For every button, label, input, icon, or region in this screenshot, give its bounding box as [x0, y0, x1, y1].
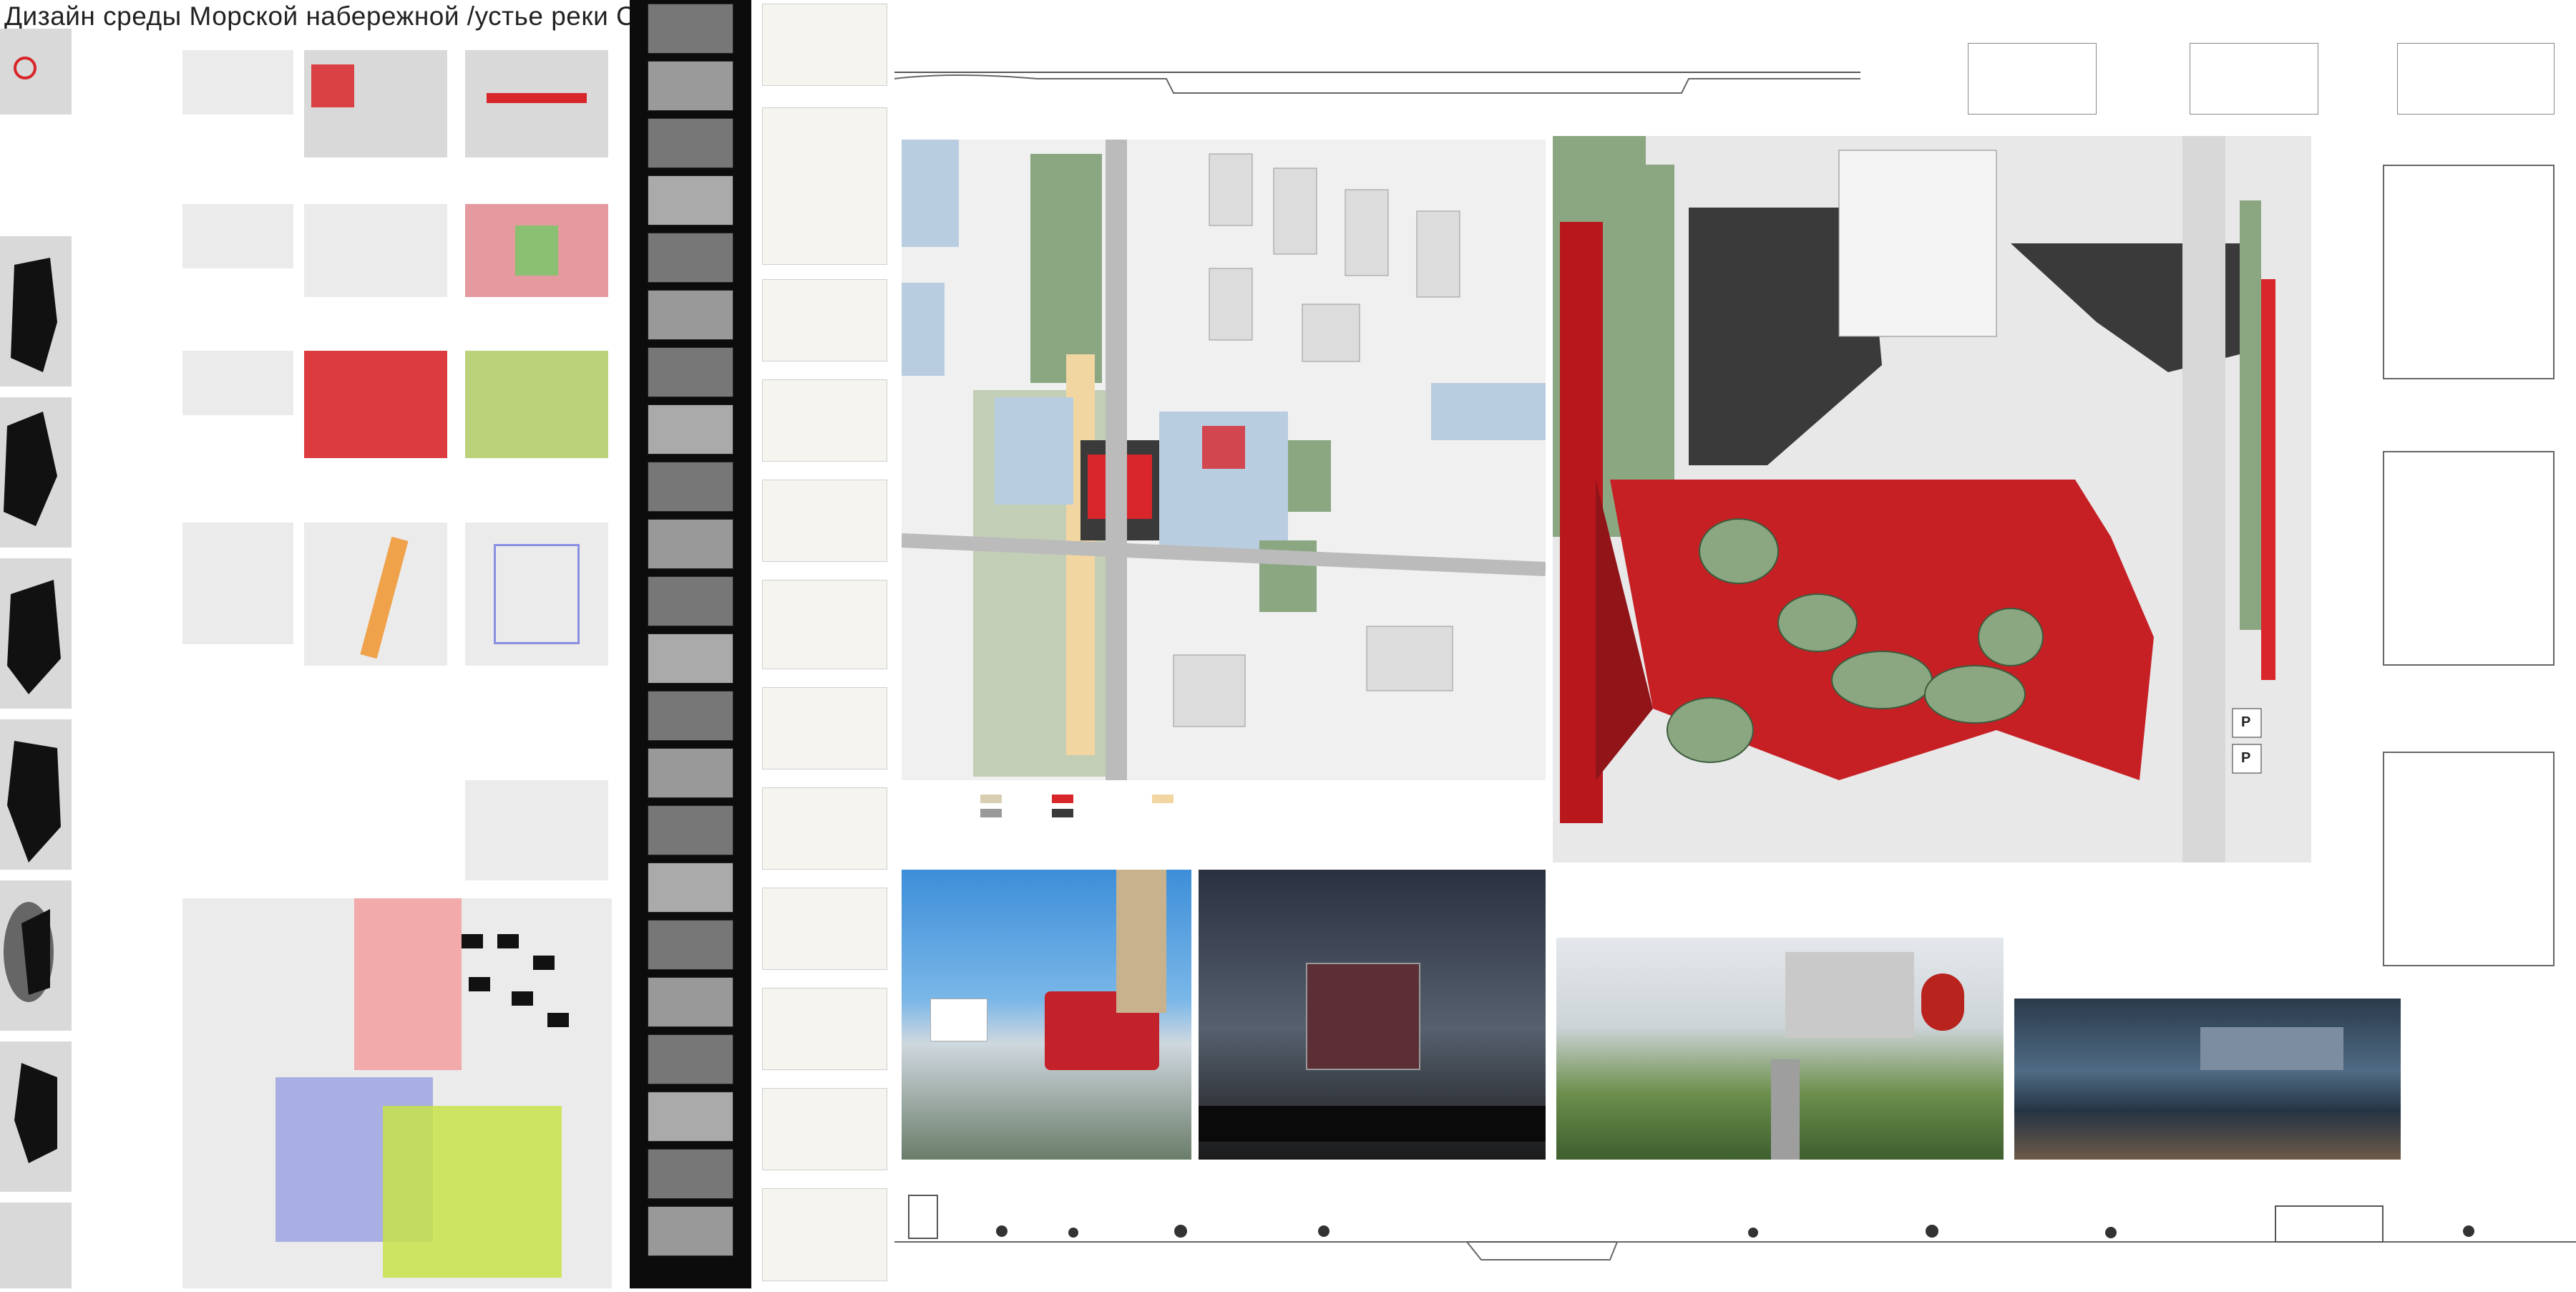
legend-swatch [1152, 795, 1174, 803]
photo-thumb [648, 347, 733, 397]
floor-plan-3 [2383, 752, 2555, 966]
render-park [1556, 938, 2004, 1160]
photo-thumb [648, 404, 733, 455]
analysis-thumb-4 [182, 523, 293, 644]
photo-thumb [648, 61, 733, 111]
photo-thumb [648, 805, 733, 855]
facade-elevations [1860, 29, 2569, 115]
sketch [762, 988, 887, 1070]
floor-plan-1 [2383, 165, 2555, 379]
analysis-map-3a [304, 351, 447, 458]
legend-swatch [1052, 795, 1073, 803]
sketch [762, 687, 887, 769]
figure-ground-map-7 [0, 1203, 72, 1288]
sketch [762, 379, 887, 462]
photo-thumb [648, 920, 733, 970]
location-map [0, 29, 72, 115]
photo-thumb [648, 462, 733, 512]
photo-thumb [648, 4, 733, 54]
parking-label-1: P [2241, 714, 2251, 730]
sketch [762, 4, 887, 86]
sketch [762, 480, 887, 562]
analysis-map-3b [465, 351, 608, 458]
elevation-1 [1968, 43, 2097, 115]
analysis-diagrams-column [175, 43, 619, 1288]
historical-maps-column [0, 29, 75, 1288]
figure-ground-map-2 [0, 397, 72, 548]
analysis-map-1a [304, 50, 447, 157]
photo-thumb [648, 633, 733, 684]
site-section-top [894, 29, 1860, 107]
sketch [762, 1088, 887, 1170]
legend-swatch [1052, 809, 1073, 817]
sketch [762, 888, 887, 970]
figure-ground-map-6 [0, 1041, 72, 1192]
photo-thumb [648, 1206, 733, 1256]
parking-label-2: P [2241, 750, 2251, 766]
photo-thumb [648, 691, 733, 741]
photo-thumb [648, 175, 733, 225]
render-waterfront-night [2014, 999, 2401, 1160]
analysis-map-2b [465, 204, 608, 297]
analysis-map-4b [465, 523, 608, 666]
render-cafe [902, 870, 1191, 1160]
render-night-pavilion [1199, 870, 1546, 1160]
analysis-map-2a [304, 204, 447, 297]
board: { "board": { "title": "Дизайн среды Морс… [0, 0, 2576, 1288]
photo-thumb [648, 1034, 733, 1084]
analysis-map-4a [304, 523, 447, 666]
photo-thumb [648, 118, 733, 168]
analysis-map-1b [465, 50, 608, 157]
analysis-thumb-1 [182, 50, 293, 115]
sketch [762, 107, 887, 265]
detailed-plan: P P [1553, 136, 2311, 863]
figure-ground-map-5 [0, 880, 72, 1031]
photo-thumb [648, 863, 733, 913]
figure-ground-map-1 [0, 236, 72, 387]
photo-thumb [648, 1149, 733, 1199]
legend-swatch [980, 809, 1002, 817]
photo-thumb [648, 1092, 733, 1142]
site-section-bottom [894, 1181, 2576, 1288]
photo-thumb [648, 290, 733, 340]
sketch [762, 580, 887, 669]
legend-swatch [980, 795, 1002, 803]
photo-thumb [648, 576, 733, 626]
analysis-thumb-3 [182, 351, 293, 415]
master-plan [901, 140, 1546, 780]
sketch [762, 279, 887, 361]
floor-plans-column [2326, 143, 2576, 1016]
sketch-column [758, 0, 891, 1288]
master-plan-legend [966, 787, 1538, 852]
photo-strip [630, 0, 751, 1288]
figure-ground-map-4 [0, 719, 72, 870]
elevation-2 [2190, 43, 2318, 115]
analysis-map-5 [465, 780, 608, 880]
figure-ground-map-3 [0, 558, 72, 709]
photo-thumb [648, 519, 733, 569]
analysis-thumb-2 [182, 204, 293, 268]
elevation-3 [2397, 43, 2555, 115]
photo-thumb [648, 233, 733, 283]
photo-thumb [648, 748, 733, 798]
photo-thumb [648, 977, 733, 1027]
zoning-map [182, 898, 612, 1288]
sketch [762, 1188, 887, 1281]
sketch [762, 787, 887, 870]
floor-plan-2 [2383, 451, 2555, 666]
